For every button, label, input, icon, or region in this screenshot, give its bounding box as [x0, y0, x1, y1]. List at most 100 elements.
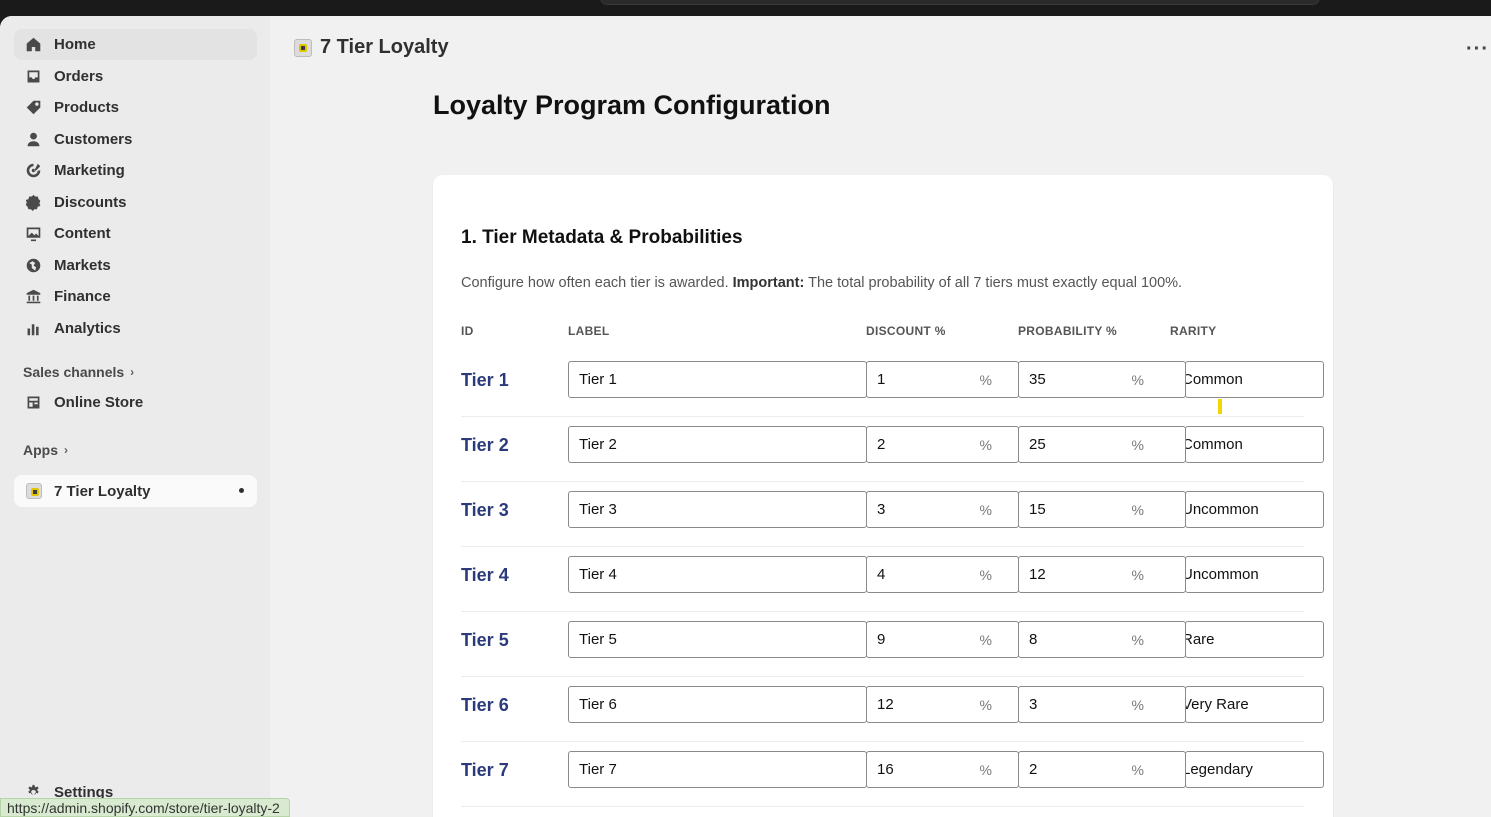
- discount-input[interactable]: 12%: [866, 686, 1019, 723]
- discount-input[interactable]: 2%: [866, 426, 1019, 463]
- sales-channels-label: Sales channels: [23, 364, 125, 380]
- discount-input[interactable]: 1%: [866, 361, 1019, 398]
- tier-label-value: Tier 2: [579, 436, 617, 453]
- sales-channels-header[interactable]: Sales channels ›: [23, 364, 134, 380]
- tier-id: Tier 5: [461, 630, 509, 650]
- table-row: Tier 3 Tier 3 3% 15% Uncommon: [461, 482, 1324, 547]
- tier-id: Tier 4: [461, 565, 509, 585]
- top-search-bar[interactable]: [600, 0, 1320, 5]
- percent-suffix: %: [1131, 566, 1144, 583]
- main-content: 7 Tier Loyalty ··· Loyalty Program Confi…: [270, 16, 1491, 817]
- table-row: Tier 4 Tier 4 4% 12% Uncommon: [461, 547, 1324, 612]
- discount-value: 3: [877, 501, 886, 518]
- tier-label-input[interactable]: Tier 2: [568, 426, 867, 463]
- tier-id: Tier 1: [461, 370, 509, 390]
- discount-input[interactable]: 4%: [866, 556, 1019, 593]
- probability-input[interactable]: 12%: [1018, 556, 1186, 593]
- tier-id: Tier 3: [461, 500, 509, 520]
- probability-input[interactable]: 8%: [1018, 621, 1186, 658]
- discount-value: 16: [877, 761, 894, 778]
- status-bar-url: https://admin.shopify.com/store/tier-loy…: [0, 798, 290, 817]
- probability-value: 25: [1029, 436, 1046, 453]
- sidebar-item-markets[interactable]: Markets: [14, 250, 257, 281]
- sidebar-item-marketing[interactable]: Marketing: [14, 155, 257, 186]
- discount-input[interactable]: 9%: [866, 621, 1019, 658]
- chevron-right-icon: ›: [130, 365, 135, 379]
- probability-input[interactable]: 15%: [1018, 491, 1186, 528]
- discount-value: 9: [877, 631, 886, 648]
- tier-label-input[interactable]: Tier 7: [568, 751, 867, 788]
- discount-input[interactable]: 3%: [866, 491, 1019, 528]
- probability-input[interactable]: 25%: [1018, 426, 1186, 463]
- rarity-input[interactable]: Rare: [1185, 621, 1324, 658]
- card-description: Configure how often each tier is awarded…: [461, 275, 1182, 291]
- rarity-value: Very Rare: [1185, 696, 1249, 713]
- discount-input[interactable]: 16%: [866, 751, 1019, 788]
- globe-icon: [24, 256, 43, 275]
- sidebar-item-customers[interactable]: Customers: [14, 124, 257, 155]
- tier-label-value: Tier 3: [579, 501, 617, 518]
- sidebar-item-label: Customers: [54, 131, 133, 148]
- sidebar-item-label: Marketing: [54, 162, 125, 179]
- probability-input[interactable]: 2%: [1018, 751, 1186, 788]
- sidebar-item-products[interactable]: Products: [14, 92, 257, 123]
- sidebar-item-label: Orders: [54, 68, 104, 85]
- probability-value: 15: [1029, 501, 1046, 518]
- percent-suffix: %: [979, 436, 992, 453]
- tier-label-input[interactable]: Tier 3: [568, 491, 867, 528]
- sidebar-item-analytics[interactable]: Analytics: [14, 313, 257, 344]
- desc-prefix: Configure how often each tier is awarded…: [461, 275, 733, 291]
- percent-suffix: %: [979, 761, 992, 778]
- sidebar-item-label: Analytics: [54, 320, 121, 337]
- app-logo-icon: [24, 482, 43, 501]
- bar-chart-icon: [24, 319, 43, 338]
- tier-id: Tier 6: [461, 695, 509, 715]
- bank-icon: [24, 287, 43, 306]
- sidebar-item-7-tier-loyalty[interactable]: 7 Tier Loyalty: [14, 475, 257, 507]
- rarity-input[interactable]: Uncommon: [1185, 556, 1324, 593]
- sidebar-item-label: Markets: [54, 257, 111, 274]
- sidebar-item-label: Online Store: [54, 394, 144, 411]
- sidebar-item-discounts[interactable]: Discounts: [14, 187, 257, 218]
- sidebar-item-online-store[interactable]: Online Store: [14, 387, 257, 418]
- tier-label-input[interactable]: Tier 6: [568, 686, 867, 723]
- tier-label-input[interactable]: Tier 4: [568, 556, 867, 593]
- discount-value: 12: [877, 696, 894, 713]
- table-row: Tier 1 Tier 1 1% 35% Common: [461, 352, 1324, 417]
- column-header-rarity: RARITY: [1170, 324, 1217, 338]
- tier-label-value: Tier 1: [579, 371, 617, 388]
- sidebar-item-home[interactable]: Home: [14, 29, 257, 60]
- sidebar-item-orders[interactable]: Orders: [14, 61, 257, 92]
- more-actions-button[interactable]: ···: [1466, 38, 1489, 61]
- sidebar-item-finance[interactable]: Finance: [14, 281, 257, 312]
- tier-id: Tier 7: [461, 760, 509, 780]
- rarity-input[interactable]: Very Rare: [1185, 686, 1324, 723]
- target-icon: [24, 161, 43, 180]
- sidebar-item-label: Finance: [54, 288, 111, 305]
- probability-input[interactable]: 3%: [1018, 686, 1186, 723]
- percent-suffix: %: [1131, 436, 1144, 453]
- rarity-input[interactable]: Legendary: [1185, 751, 1324, 788]
- rarity-input[interactable]: Common: [1185, 426, 1324, 463]
- percent-suffix: %: [979, 631, 992, 648]
- store-icon: [24, 393, 43, 412]
- apps-label: Apps: [23, 442, 58, 458]
- image-icon: [24, 224, 43, 243]
- sidebar-item-content[interactable]: Content: [14, 218, 257, 249]
- probability-input[interactable]: 35%: [1018, 361, 1186, 398]
- column-header-label: LABEL: [568, 324, 610, 338]
- tier-label-input[interactable]: Tier 1: [568, 361, 867, 398]
- home-icon: [24, 35, 43, 54]
- rarity-input[interactable]: Common: [1185, 361, 1324, 398]
- rarity-input[interactable]: Uncommon: [1185, 491, 1324, 528]
- tier-label-input[interactable]: Tier 5: [568, 621, 867, 658]
- discount-icon: [24, 193, 43, 212]
- discount-value: 2: [877, 436, 886, 453]
- column-header-probability: PROBABILITY %: [1018, 324, 1118, 338]
- table-row: Tier 2 Tier 2 2% 25% Common: [461, 417, 1324, 482]
- percent-suffix: %: [1131, 696, 1144, 713]
- table-row: Tier 7 Tier 7 16% 2% Legendary: [461, 742, 1324, 807]
- tier-label-value: Tier 5: [579, 631, 617, 648]
- apps-header[interactable]: Apps ›: [23, 442, 68, 458]
- inbox-icon: [24, 67, 43, 86]
